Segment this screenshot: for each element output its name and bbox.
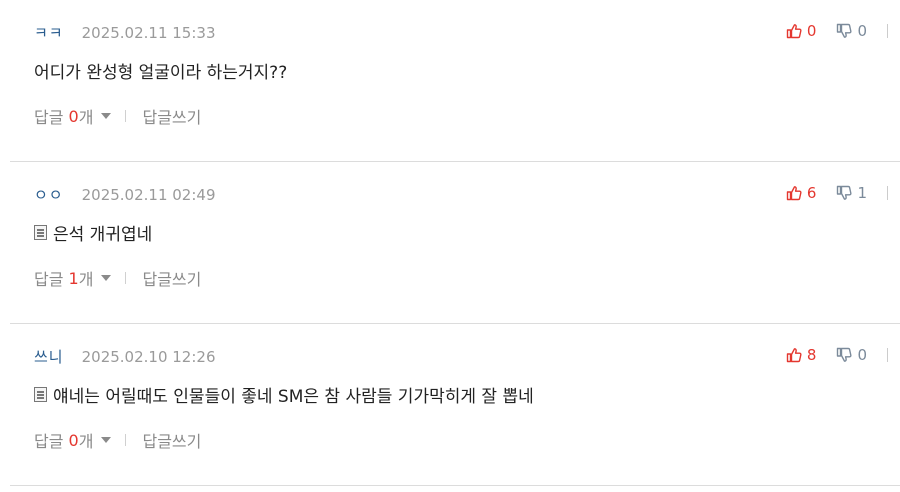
comment-item: ㅋㅋ 2025.02.11 15:33 0 0 어디가 완성형 얼굴이라 하는거…: [10, 0, 900, 162]
like-count: 8: [806, 346, 817, 364]
vote-group: 6 1: [786, 184, 892, 202]
more-edge: [887, 186, 892, 200]
write-reply-button[interactable]: 답글쓰기: [142, 104, 201, 128]
reply-toggle[interactable]: 답글 1개: [34, 266, 112, 290]
comment-text: 얘네는 어릴때도 인물들이 좋네 SM은 참 사람들 기가막히게 잘 뽑네: [34, 382, 534, 407]
dislike-count: 0: [857, 346, 867, 364]
thumbs-down-icon: [837, 23, 852, 38]
more-edge: [887, 348, 892, 362]
dislike-count: 1: [857, 184, 867, 202]
reply-label: 답글: [34, 108, 64, 127]
action-divider: [125, 272, 127, 284]
thumbs-down-icon: [837, 347, 852, 362]
reply-unit: 개: [78, 432, 94, 451]
memo-icon: [34, 387, 47, 402]
comment-actions: 답글 1개 답글쓰기: [34, 266, 201, 290]
comment-nickname[interactable]: ㅋㅋ: [34, 22, 64, 43]
comment-text: 어디가 완성형 얼굴이라 하는거지??: [34, 58, 287, 83]
comment-item: 쓰니 2025.02.10 12:26 8 0 얘네는 어릴때도 인물들이 좋네…: [10, 324, 900, 486]
comment-nickname[interactable]: 쓰니: [34, 346, 64, 367]
comment-content: 얘네는 어릴때도 인물들이 좋네 SM은 참 사람들 기가막히게 잘 뽑네: [53, 387, 534, 407]
caret-down-icon: [101, 437, 112, 443]
reply-label: 답글: [34, 432, 64, 451]
reply-label: 답글: [34, 270, 64, 289]
comment-item: ㅇㅇ 2025.02.11 02:49 6 1 은석 개귀엽네 답글 1개 답글…: [10, 162, 900, 324]
comment-nickname[interactable]: ㅇㅇ: [34, 184, 64, 205]
reply-unit: 개: [78, 108, 94, 127]
thumbs-down-icon: [837, 185, 852, 200]
reply-count: 1: [68, 268, 79, 288]
comment-date: 2025.02.11 02:49: [81, 185, 216, 204]
reply-toggle[interactable]: 답글 0개: [34, 428, 112, 452]
more-edge: [887, 24, 892, 38]
memo-icon: [34, 225, 47, 240]
thumbs-up-icon: [786, 348, 802, 363]
dislike-button[interactable]: 0: [836, 346, 867, 364]
vote-group: 0 0: [786, 22, 892, 40]
comment-date: 2025.02.10 12:26: [81, 347, 216, 366]
like-button[interactable]: 6: [786, 184, 817, 202]
dislike-button[interactable]: 0: [836, 22, 867, 40]
caret-down-icon: [101, 275, 112, 281]
reply-count: 0: [68, 430, 79, 450]
comment-meta: ㅋㅋ 2025.02.11 15:33: [34, 22, 216, 43]
comment-actions: 답글 0개 답글쓰기: [34, 428, 201, 452]
comment-date: 2025.02.11 15:33: [81, 23, 216, 42]
write-reply-button[interactable]: 답글쓰기: [142, 266, 201, 290]
write-reply-button[interactable]: 답글쓰기: [142, 428, 201, 452]
vote-group: 8 0: [786, 346, 892, 364]
reply-count: 0: [68, 106, 79, 126]
comment-actions: 답글 0개 답글쓰기: [34, 104, 201, 128]
dislike-count: 0: [857, 22, 867, 40]
comment-text: 은석 개귀엽네: [34, 220, 152, 245]
comment-content: 어디가 완성형 얼굴이라 하는거지??: [34, 63, 288, 83]
comment-list: ㅋㅋ 2025.02.11 15:33 0 0 어디가 완성형 얼굴이라 하는거…: [0, 0, 900, 486]
like-button[interactable]: 8: [786, 346, 817, 364]
like-button[interactable]: 0: [786, 22, 817, 40]
action-divider: [125, 434, 127, 446]
thumbs-up-icon: [786, 24, 802, 39]
thumbs-up-icon: [786, 186, 802, 201]
action-divider: [125, 110, 127, 122]
caret-down-icon: [101, 113, 112, 119]
comment-content: 은석 개귀엽네: [53, 225, 153, 245]
comment-meta: ㅇㅇ 2025.02.11 02:49: [34, 184, 216, 205]
like-count: 0: [806, 22, 817, 40]
dislike-button[interactable]: 1: [836, 184, 867, 202]
reply-unit: 개: [78, 270, 94, 289]
like-count: 6: [806, 184, 817, 202]
reply-toggle[interactable]: 답글 0개: [34, 104, 112, 128]
comment-meta: 쓰니 2025.02.10 12:26: [34, 346, 216, 367]
